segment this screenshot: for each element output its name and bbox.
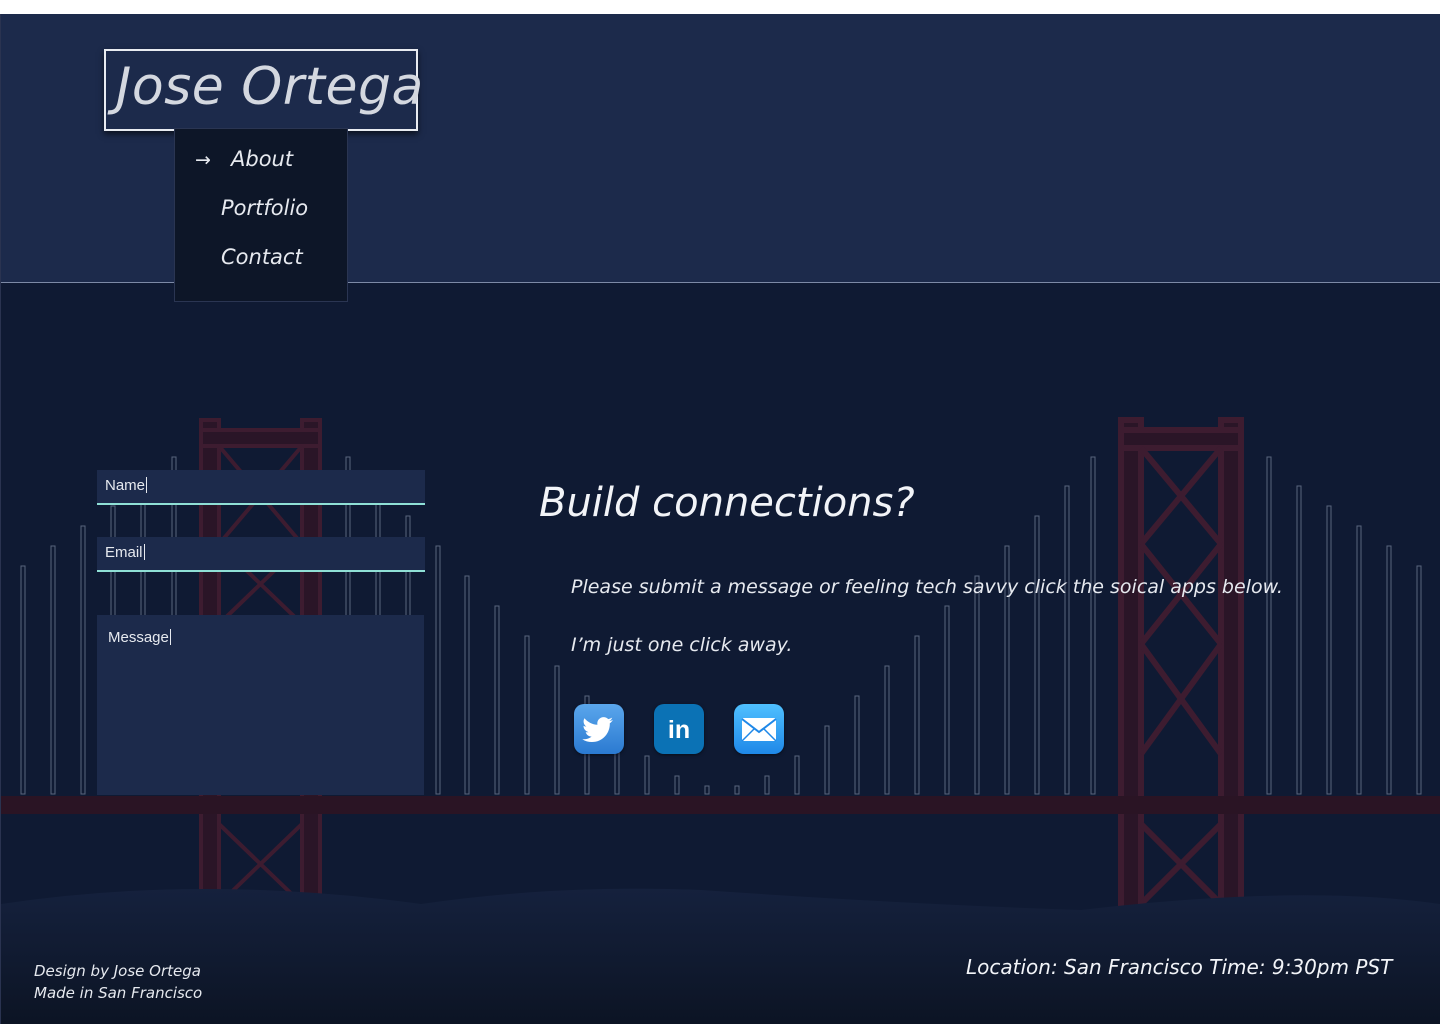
email-field[interactable]: Email	[97, 537, 425, 572]
design-credit: Design by Jose Ortega	[34, 962, 201, 980]
bridge-deck	[1, 796, 1440, 814]
linkedin-button[interactable]: in	[654, 704, 704, 754]
linkedin-icon: in	[668, 716, 690, 744]
email-button[interactable]	[734, 704, 784, 754]
name-field[interactable]: Name	[97, 470, 425, 505]
text-caret	[143, 544, 145, 560]
twitter-icon	[582, 717, 613, 742]
nav-item-label: About	[231, 147, 294, 171]
svg-text:in: in	[668, 716, 690, 744]
nav-item-label: Contact	[221, 245, 303, 269]
intro-text: Please submit a message or feeling tech …	[571, 576, 1283, 598]
right-tower	[1118, 417, 1244, 933]
message-field[interactable]: Message	[97, 615, 424, 795]
twitter-button[interactable]	[574, 704, 624, 754]
email-placeholder: Email	[105, 544, 143, 561]
tagline-text: I’m just one click away.	[571, 634, 793, 656]
message-placeholder: Message	[108, 629, 169, 646]
logo[interactable]: Jose Ortega	[104, 49, 423, 131]
text-caret	[146, 477, 148, 493]
nav-item-label: Portfolio	[221, 196, 309, 220]
nav-item-about[interactable]: → About	[175, 141, 347, 181]
mail-icon	[741, 718, 777, 742]
footer-credits: Design by Jose Ortega Made in San Franci…	[34, 960, 202, 1004]
nav-item-portfolio[interactable]: Portfolio	[175, 190, 347, 230]
arrow-right-icon: →	[195, 149, 211, 171]
logo-text: Jose Ortega	[116, 57, 424, 117]
location-time: Location: San Francisco Time: 9:30pm PST	[966, 955, 1393, 979]
nav-menu: → About Portfolio Contact	[174, 128, 348, 302]
name-placeholder: Name	[105, 477, 146, 494]
page-title: Build connections?	[539, 480, 915, 526]
nav-item-contact[interactable]: Contact	[175, 239, 347, 279]
text-caret	[169, 629, 171, 645]
made-in-credit: Made in San Francisco	[34, 984, 203, 1002]
page-frame: Jose Ortega → About Portfolio Contact Na…	[0, 14, 1440, 1024]
